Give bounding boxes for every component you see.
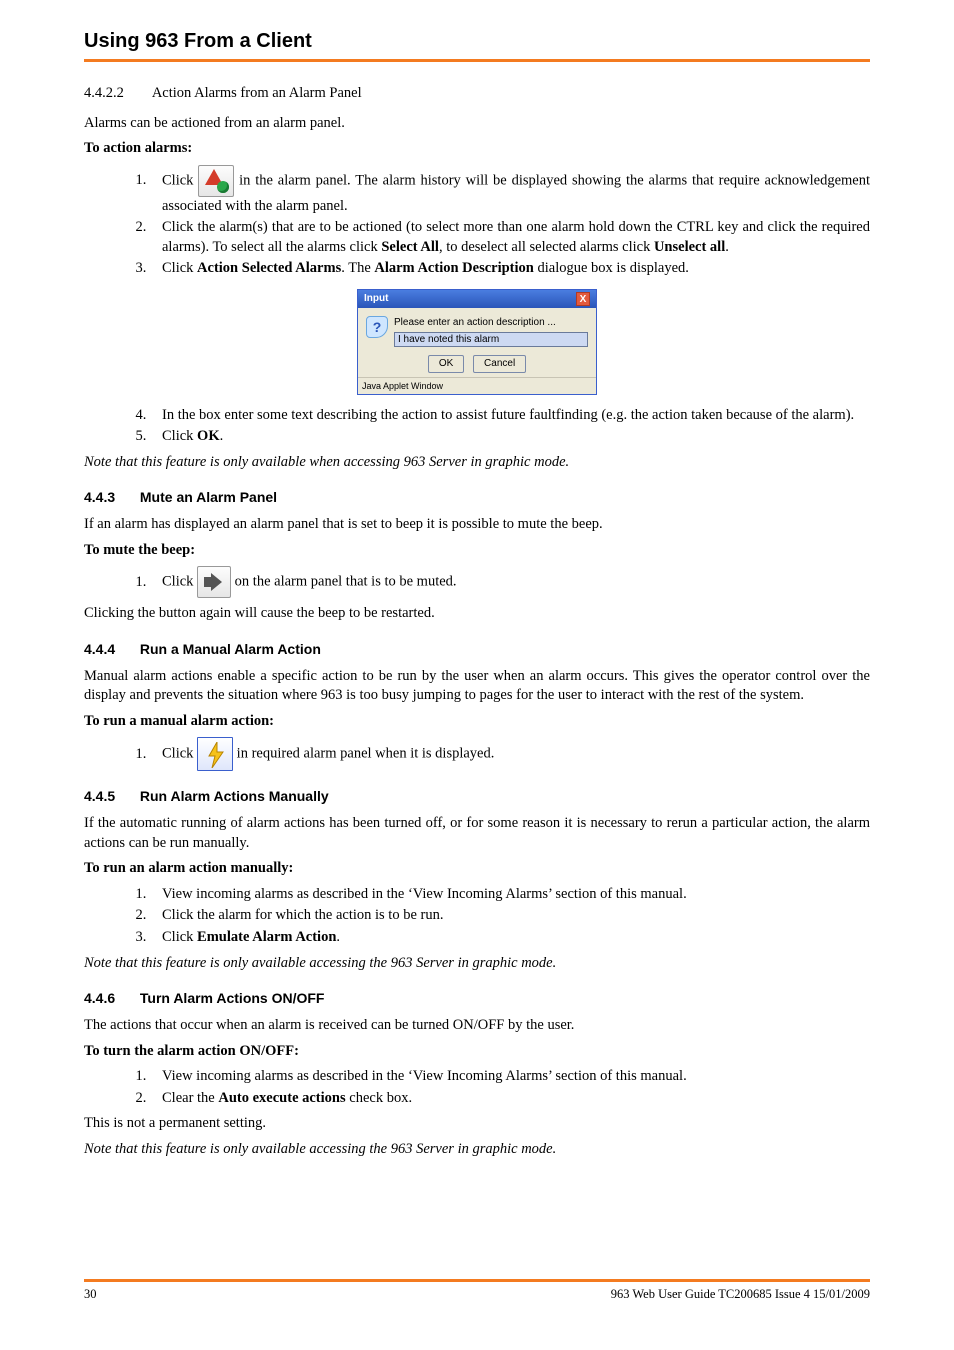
cancel-button[interactable]: Cancel	[473, 355, 526, 373]
heading-number: 4.4.5	[84, 787, 136, 806]
list-item: In the box enter some text describing th…	[150, 406, 870, 426]
list-item: Click the alarm(s) that are to be action…	[150, 218, 870, 257]
heading-text: Turn Alarm Actions ON/OFF	[140, 990, 325, 1006]
paragraph: Clicking the button again will cause the…	[84, 604, 870, 624]
text: in the alarm panel. The alarm history wi…	[162, 172, 870, 214]
question-icon: ?	[366, 316, 388, 338]
heading-444: 4.4.4 Run a Manual Alarm Action	[84, 640, 870, 659]
bold-text: Select All	[381, 239, 439, 255]
text: in required alarm panel when it is displ…	[237, 746, 495, 762]
paragraph: Alarms can be actioned from an alarm pan…	[84, 114, 870, 134]
paragraph: The actions that occur when an alarm is …	[84, 1016, 870, 1036]
text: .	[220, 428, 224, 444]
procedure-label: To mute the beep:	[84, 541, 870, 561]
heading-text: Mute an Alarm Panel	[140, 489, 277, 505]
heading-number: 4.4.6	[84, 989, 136, 1008]
input-dialog: Input X ? Please enter an action descrip…	[357, 289, 597, 395]
text: .	[725, 239, 729, 255]
text: Click	[162, 746, 197, 762]
list-item: Click Action Selected Alarms. The Alarm …	[150, 259, 870, 279]
page-header: Using 963 From a Client	[84, 28, 870, 62]
ok-button[interactable]: OK	[428, 355, 464, 373]
heading-text: Run a Manual Alarm Action	[140, 641, 321, 657]
text: Click	[162, 574, 197, 590]
page-number: 30	[84, 1286, 97, 1303]
heading-44222: 4.4.2.2 Action Alarms from an Alarm Pane…	[84, 84, 870, 104]
dialog-message: Please enter an action description ...	[394, 316, 588, 330]
acknowledge-alarm-icon[interactable]	[198, 165, 234, 197]
procedure-list-443: Click on the alarm panel that is to be m…	[136, 566, 870, 598]
text: on the alarm panel that is to be muted.	[235, 574, 457, 590]
list-item: View incoming alarms as described in the…	[150, 885, 870, 905]
note: Note that this feature is only available…	[84, 954, 870, 974]
text: . The	[341, 260, 374, 276]
paragraph: This is not a permanent setting.	[84, 1114, 870, 1134]
text: Click	[162, 929, 197, 945]
mute-speaker-icon[interactable]	[197, 566, 231, 598]
action-description-input[interactable]	[394, 332, 588, 347]
heading-number: 4.4.3	[84, 488, 136, 507]
heading-443: 4.4.3 Mute an Alarm Panel	[84, 488, 870, 507]
bold-text: Emulate Alarm Action	[197, 929, 336, 945]
list-item: Click OK.	[150, 427, 870, 447]
lightning-bolt-icon[interactable]	[197, 737, 233, 771]
heading-number: 4.4.2.2	[84, 84, 149, 104]
bold-text: OK	[197, 428, 220, 444]
procedure-label: To turn the alarm action ON/OFF:	[84, 1042, 870, 1062]
list-item: Click Emulate Alarm Action.	[150, 928, 870, 948]
list-item: Click in the alarm panel. The alarm hist…	[150, 165, 870, 217]
dialog-screenshot: Input X ? Please enter an action descrip…	[84, 289, 870, 396]
procedure-list-445: View incoming alarms as described in the…	[136, 885, 870, 948]
note: Note that this feature is only available…	[84, 1140, 870, 1160]
dialog-title-text: Input	[364, 292, 388, 306]
heading-text: Run Alarm Actions Manually	[140, 788, 329, 804]
text: Click	[162, 260, 197, 276]
paragraph: If the automatic running of alarm action…	[84, 814, 870, 853]
text: dialogue box is displayed.	[534, 260, 689, 276]
procedure-label: To run a manual alarm action:	[84, 712, 870, 732]
procedure-label: To run an alarm action manually:	[84, 859, 870, 879]
bold-text: Action Selected Alarms	[197, 260, 341, 276]
dialog-body: ? Please enter an action description ...…	[358, 308, 596, 377]
bold-text: Auto execute actions	[218, 1090, 345, 1106]
procedure-label: To action alarms:	[84, 139, 870, 159]
close-icon[interactable]: X	[576, 292, 590, 306]
heading-446: 4.4.6 Turn Alarm Actions ON/OFF	[84, 989, 870, 1008]
procedure-list-446: View incoming alarms as described in the…	[136, 1067, 870, 1108]
list-item: View incoming alarms as described in the…	[150, 1067, 870, 1087]
text: check box.	[346, 1090, 412, 1106]
list-item: Clear the Auto execute actions check box…	[150, 1089, 870, 1109]
heading-number: 4.4.4	[84, 640, 136, 659]
document-id: 963 Web User Guide TC200685 Issue 4 15/0…	[611, 1286, 870, 1303]
list-item: Click on the alarm panel that is to be m…	[150, 566, 870, 598]
dialog-statusbar: Java Applet Window	[358, 377, 596, 394]
paragraph: If an alarm has displayed an alarm panel…	[84, 515, 870, 535]
text: Click	[162, 172, 198, 188]
procedure-list-44222-cont: In the box enter some text describing th…	[136, 406, 870, 447]
page-footer: 30 963 Web User Guide TC200685 Issue 4 1…	[84, 1279, 870, 1303]
heading-text: Action Alarms from an Alarm Panel	[152, 85, 362, 101]
procedure-list-44222: Click in the alarm panel. The alarm hist…	[136, 165, 870, 279]
text: Click	[162, 428, 197, 444]
dialog-titlebar: Input X	[358, 290, 596, 308]
text: .	[336, 929, 340, 945]
procedure-list-444: Click in required alarm panel when it is…	[136, 737, 870, 771]
text: , to deselect all selected alarms click	[439, 239, 654, 255]
bold-text: Alarm Action Description	[374, 260, 533, 276]
text: Clear the	[162, 1090, 218, 1106]
note: Note that this feature is only available…	[84, 453, 870, 473]
list-item: Click in required alarm panel when it is…	[150, 737, 870, 771]
bold-text: Unselect all	[654, 239, 725, 255]
heading-445: 4.4.5 Run Alarm Actions Manually	[84, 787, 870, 806]
paragraph: Manual alarm actions enable a specific a…	[84, 667, 870, 706]
list-item: Click the alarm for which the action is …	[150, 906, 870, 926]
